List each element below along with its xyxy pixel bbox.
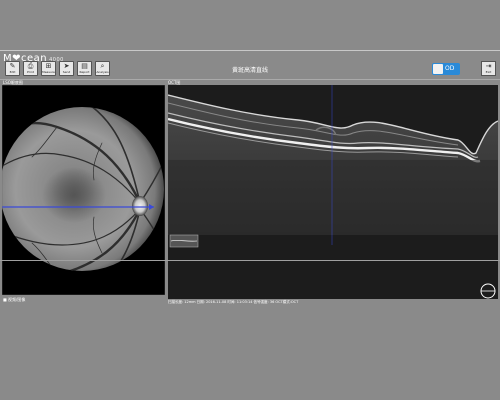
page-title: 黄斑高清直线 [231, 67, 268, 74]
exit-icon: ⇥ [485, 62, 492, 70]
toggle-label: OD [445, 65, 455, 72]
header-bar: M❤cean 4000 ✎ Edit ⎙ Print ⊞ Measure ➤ Se… [0, 51, 500, 78]
oct-bscan-image[interactable] [168, 85, 498, 299]
bottom-divider [0, 260, 500, 261]
slo-fundus-image[interactable] [2, 85, 165, 295]
exit-button[interactable]: ⇥ Exit [481, 61, 496, 76]
oct-svg [168, 85, 498, 299]
header-divider [0, 79, 500, 80]
eye-toggle[interactable]: OD [432, 63, 460, 75]
fundus-svg [2, 85, 165, 295]
exit-label: Exit [485, 70, 492, 74]
oct-status-text: 扫描长度: 12mm 日期: 2016-11-08 时间: 11:03:14 信… [168, 300, 299, 304]
toggle-knob[interactable] [433, 64, 443, 74]
optic-disc [132, 196, 148, 216]
oct-status-bar: 扫描长度: 12mm 日期: 2016-11-08 时间: 11:03:14 信… [168, 300, 498, 308]
app-window: M❤cean 4000 ✎ Edit ⎙ Print ⊞ Measure ➤ Se… [0, 51, 500, 304]
slo-footer: ■ 视频/图像 [3, 297, 26, 302]
